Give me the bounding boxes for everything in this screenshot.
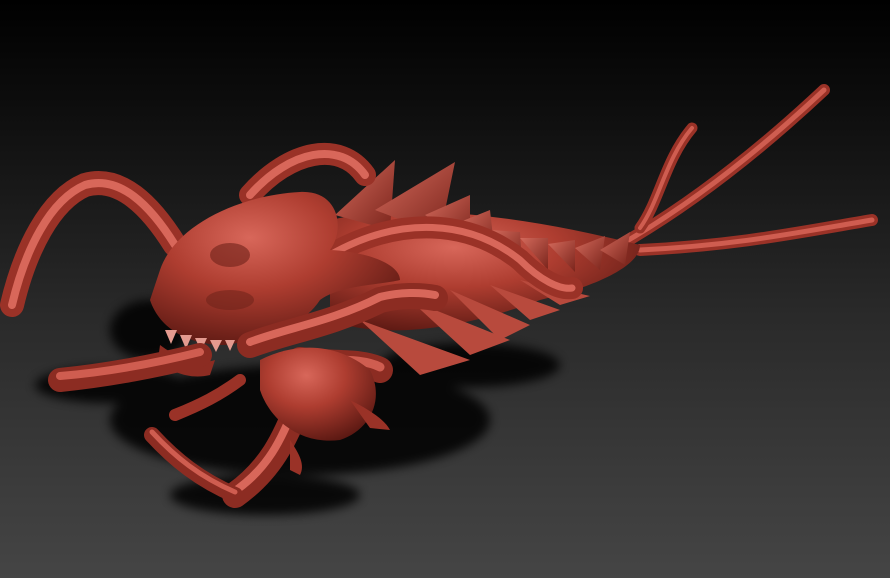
sculpt-render [0,84,878,515]
left-claw [0,171,187,317]
viewport-canvas[interactable] [0,0,890,578]
tail-tentacles [614,84,878,256]
